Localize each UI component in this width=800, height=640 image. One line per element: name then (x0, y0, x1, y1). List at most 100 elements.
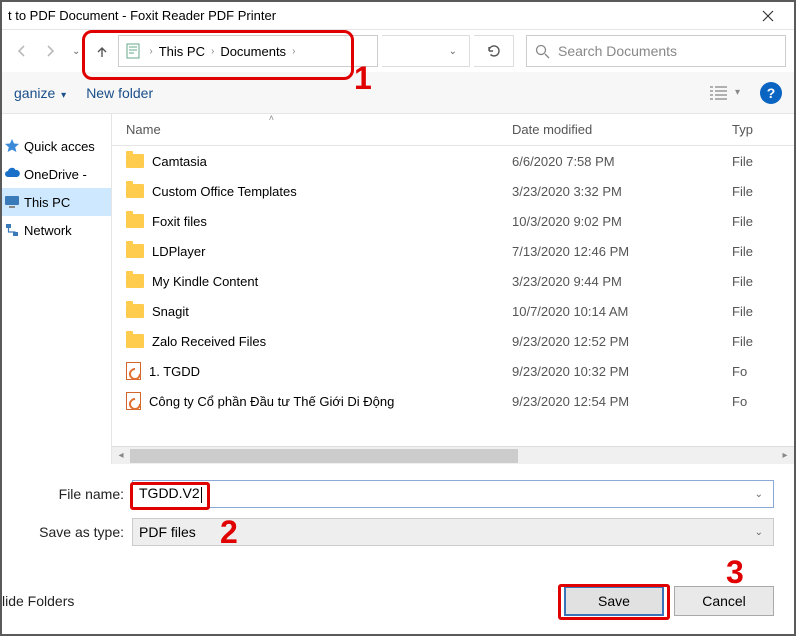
nav-up-button[interactable] (90, 39, 114, 63)
cloud-icon (4, 166, 20, 182)
sidebar-item-label: OneDrive - (24, 167, 87, 182)
close-button[interactable] (748, 3, 788, 29)
help-icon: ? (767, 85, 776, 101)
breadcrumb-thispc[interactable]: This PC (159, 44, 205, 59)
filename-input[interactable]: TGDD.V2 ⌄ (132, 480, 774, 508)
navbar: ⌄ › This PC › Documents › ⌄ Search Docum… (2, 30, 794, 72)
file-rows: Camtasia6/6/2020 7:58 PMFileCustom Offic… (112, 146, 794, 446)
sidebar-item-quick-access[interactable]: Quick acces (2, 132, 111, 160)
breadcrumb-documents[interactable]: Documents (220, 44, 286, 59)
main-area: Quick acces OneDrive - This PC Network N… (2, 114, 794, 464)
filename-label: File name: (22, 486, 132, 502)
network-icon (4, 222, 20, 238)
file-type: File (732, 334, 794, 349)
arrow-right-icon (43, 44, 57, 58)
pdf-icon (126, 392, 141, 410)
nav-recent-dropdown[interactable]: ⌄ (66, 46, 86, 57)
folder-icon (126, 304, 144, 318)
file-row[interactable]: Foxit files10/3/2020 9:02 PMFile (112, 206, 794, 236)
help-button[interactable]: ? (760, 82, 782, 104)
horizontal-scrollbar[interactable]: ◂ ▸ (112, 446, 794, 464)
close-icon (762, 10, 774, 22)
scrollbar-thumb[interactable] (130, 449, 518, 463)
file-row[interactable]: 1. TGDD9/23/2020 10:32 PMFo (112, 356, 794, 386)
star-icon (4, 138, 20, 154)
new-folder-button[interactable]: New folder (86, 85, 153, 101)
monitor-icon (4, 194, 20, 210)
refresh-button[interactable] (474, 35, 514, 67)
file-row[interactable]: Công ty Cổ phần Đầu tư Thế Giới Di Động9… (112, 386, 794, 416)
nav-back-button[interactable] (10, 39, 34, 63)
pdf-icon (126, 362, 141, 380)
file-date: 7/13/2020 12:46 PM (512, 244, 732, 259)
file-row[interactable]: Zalo Received Files9/23/2020 12:52 PMFil… (112, 326, 794, 356)
documents-icon (125, 42, 143, 60)
file-date: 9/23/2020 10:32 PM (512, 364, 732, 379)
save-form: File name: TGDD.V2 ⌄ Save as type: PDF f… (2, 464, 794, 566)
column-header-date[interactable]: Date modified (512, 122, 732, 137)
nav-forward-button[interactable] (38, 39, 62, 63)
file-type: File (732, 154, 794, 169)
arrow-up-icon (95, 44, 109, 58)
toolbar: ganize ▾ New folder ▾ ? (2, 72, 794, 114)
file-name: Snagit (152, 304, 189, 319)
chevron-down-icon: ▾ (61, 90, 66, 101)
search-placeholder: Search Documents (558, 43, 677, 59)
savetype-value: PDF files (139, 524, 196, 540)
file-date: 10/3/2020 9:02 PM (512, 214, 732, 229)
organize-button[interactable]: ganize ▾ (14, 85, 66, 101)
save-dialog: t to PDF Document - Foxit Reader PDF Pri… (0, 0, 796, 636)
sidebar-item-onedrive[interactable]: OneDrive - (2, 160, 111, 188)
footer: lide Folders Save Cancel (2, 566, 794, 616)
titlebar: t to PDF Document - Foxit Reader PDF Pri… (2, 2, 794, 30)
view-options-button[interactable]: ▾ (709, 85, 740, 101)
column-header-name[interactable]: Name˄ (112, 122, 512, 137)
refresh-icon (486, 43, 502, 59)
address-bar[interactable]: ⌄ (382, 35, 470, 67)
folder-icon (126, 184, 144, 198)
sidebar-item-network[interactable]: Network (2, 216, 111, 244)
file-type: File (732, 244, 794, 259)
folder-icon (126, 154, 144, 168)
file-name: Custom Office Templates (152, 184, 297, 199)
chevron-right-icon: › (292, 46, 295, 57)
search-icon (535, 44, 550, 59)
file-row[interactable]: Snagit10/7/2020 10:14 AMFile (112, 296, 794, 326)
file-row[interactable]: Camtasia6/6/2020 7:58 PMFile (112, 146, 794, 176)
file-name: Camtasia (152, 154, 207, 169)
cancel-button[interactable]: Cancel (674, 586, 774, 616)
sidebar-item-thispc[interactable]: This PC (2, 188, 111, 216)
file-type: File (732, 304, 794, 319)
savetype-label: Save as type: (22, 524, 132, 540)
list-view-icon (709, 85, 731, 101)
savetype-select[interactable]: PDF files ⌄ (132, 518, 774, 546)
column-header-type[interactable]: Typ (732, 122, 794, 137)
file-name: Foxit files (152, 214, 207, 229)
file-row[interactable]: My Kindle Content3/23/2020 9:44 PMFile (112, 266, 794, 296)
file-name: My Kindle Content (152, 274, 258, 289)
arrow-left-icon (15, 44, 29, 58)
file-type: Fo (732, 364, 794, 379)
chevron-right-icon: › (211, 46, 214, 57)
text-cursor (201, 487, 202, 503)
file-type: Fo (732, 394, 794, 409)
file-row[interactable]: LDPlayer7/13/2020 12:46 PMFile (112, 236, 794, 266)
chevron-down-icon: ⌄ (443, 46, 463, 57)
sidebar: Quick acces OneDrive - This PC Network (2, 114, 112, 464)
breadcrumb[interactable]: › This PC › Documents › (118, 35, 378, 67)
hide-folders-button[interactable]: lide Folders (2, 593, 74, 609)
file-type: File (732, 274, 794, 289)
file-row[interactable]: Custom Office Templates3/23/2020 3:32 PM… (112, 176, 794, 206)
file-date: 9/23/2020 12:54 PM (512, 394, 732, 409)
chevron-right-icon: › (149, 46, 152, 57)
scroll-left-icon: ◂ (112, 450, 130, 461)
folder-icon (126, 244, 144, 258)
sidebar-item-label: This PC (24, 195, 70, 210)
search-input[interactable]: Search Documents (526, 35, 786, 67)
folder-icon (126, 274, 144, 288)
save-button[interactable]: Save (564, 586, 664, 616)
chevron-down-icon[interactable]: ⌄ (751, 489, 767, 500)
sidebar-item-label: Network (24, 223, 72, 238)
scroll-right-icon: ▸ (776, 450, 794, 461)
sort-ascending-icon: ˄ (269, 113, 274, 123)
